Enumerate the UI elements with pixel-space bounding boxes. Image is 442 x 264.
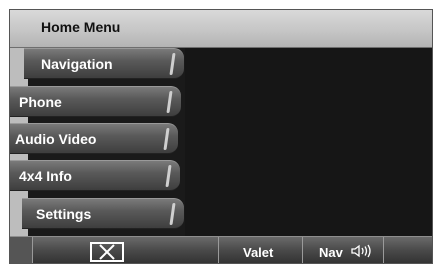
menu-item-separator (163, 128, 170, 150)
home-menu-list: Navigation Phone Audio Video 4x4 Info Se… (10, 48, 185, 236)
menu-item-separator (169, 203, 176, 225)
menu-item-label: Phone (19, 94, 62, 110)
menu-item-label: Navigation (41, 56, 113, 72)
menu-item-settings[interactable]: Settings (22, 198, 184, 229)
screen: Home Menu Navigation Phone Audio Video 4… (0, 0, 442, 264)
menu-item-label: Settings (36, 206, 92, 222)
touchscreen-display: Home Menu Navigation Phone Audio Video 4… (9, 9, 433, 264)
menu-item-separator (166, 91, 173, 113)
menu-item-phone[interactable]: Phone (10, 86, 181, 117)
menu-item-separator (165, 165, 172, 187)
nav-label: Nav (319, 245, 343, 260)
close-button[interactable] (90, 242, 124, 262)
menu-item-navigation[interactable]: Navigation (24, 48, 184, 79)
bottom-bar: Valet Nav (10, 236, 432, 263)
content-area (185, 48, 432, 236)
close-x-icon (99, 244, 115, 260)
menu-item-audio-video[interactable]: Audio Video (10, 123, 178, 154)
title-bar: Home Menu (10, 10, 432, 48)
bottom-bar-edge (10, 237, 33, 263)
valet-button[interactable]: Valet (219, 237, 302, 263)
menu-item-separator (169, 53, 176, 75)
page-title: Home Menu (41, 19, 121, 35)
valet-label: Valet (243, 245, 274, 260)
nav-audio-button[interactable]: Nav (303, 237, 383, 263)
bottom-divider (383, 237, 384, 263)
menu-item-label: Audio Video (15, 131, 97, 147)
menu-item-4x4-info[interactable]: 4x4 Info (10, 160, 180, 191)
speaker-volume-icon (351, 244, 371, 258)
menu-item-label: 4x4 Info (19, 168, 72, 184)
